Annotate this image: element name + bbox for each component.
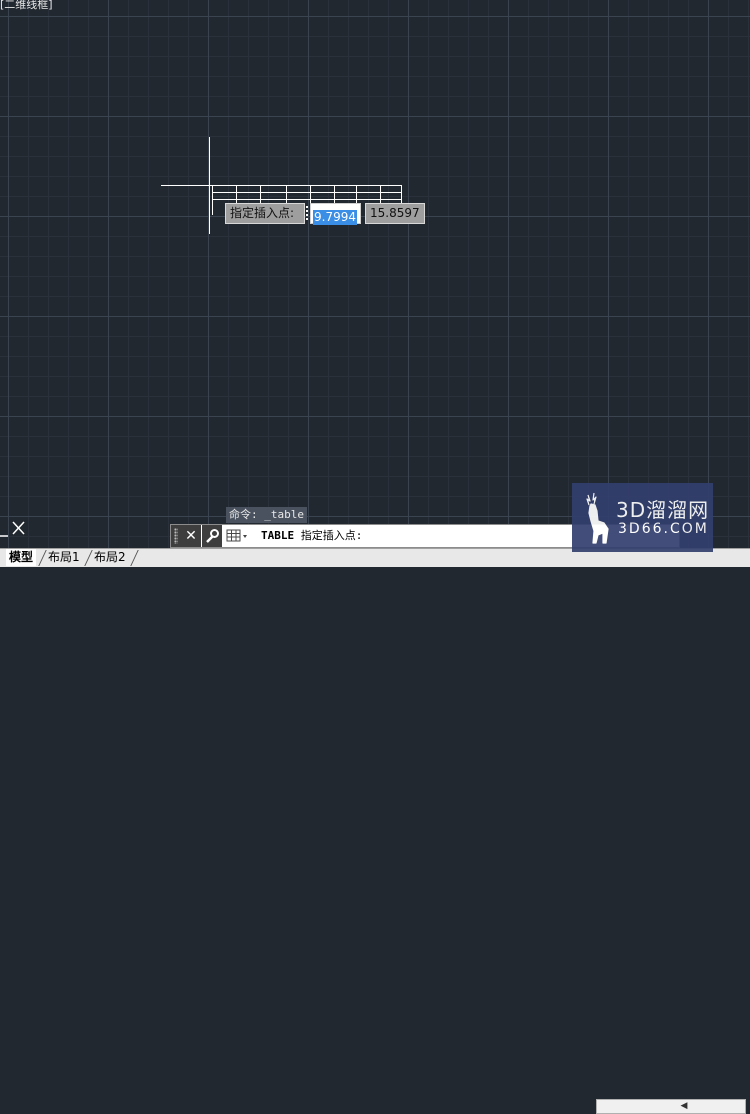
dynamic-input-prompt: 指定插入点: [225,203,305,224]
scroll-left-icon[interactable]: ◀ [677,1100,691,1113]
wrench-icon[interactable] [202,525,222,547]
tab-layout1[interactable]: 布局1 [45,549,83,566]
command-input[interactable]: TABLE 指定插入点: [261,525,362,547]
horizontal-scrollbar[interactable]: ◀ [596,1099,746,1114]
viewport-label[interactable]: [二维线框] [0,0,53,12]
table-preview-line [212,199,402,200]
x-coordinate-value: 9.7994 [313,210,357,225]
table-preview-line [212,185,402,186]
y-coordinate-input[interactable]: 15.8597 [365,203,425,224]
table-preview-line [401,185,402,203]
watermark-brand: 3D溜溜网 [616,498,710,522]
tab-layout2[interactable]: 布局2 [91,549,129,566]
command-name: TABLE [261,529,295,542]
crosshair-vertical [209,137,210,234]
x-coordinate-input[interactable]: 9.7994 [310,203,361,225]
table-icon[interactable] [225,528,249,544]
command-history: 命令: _table [226,507,307,523]
watermark-domain: 3D66.COM [618,521,709,537]
ucs-icon [0,521,25,537]
tab-model[interactable]: 模型 [6,549,37,566]
drag-handle-icon[interactable] [171,525,181,547]
table-preview-line [212,185,213,215]
watermark: 3D溜溜网 3D66.COM [572,483,713,552]
drawing-canvas[interactable]: [二维线框] 指定插入点: 9.7994 15.8597 命令: _table [0,0,750,548]
command-prompt: 指定插入点: [294,529,363,542]
table-preview-line [212,192,402,193]
deer-logo-icon [586,492,609,544]
tab-divider [130,550,139,566]
close-icon[interactable]: ✕ [181,525,201,547]
